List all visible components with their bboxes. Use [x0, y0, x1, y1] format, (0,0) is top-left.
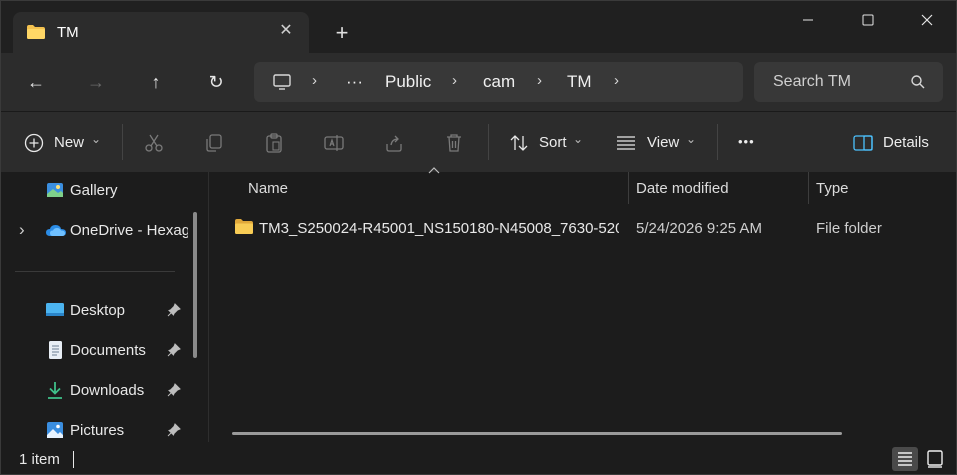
pin-icon — [167, 343, 181, 357]
view-icon — [615, 132, 637, 154]
back-arrow-icon: ← — [27, 72, 45, 92]
breadcrumb-chevron-icon[interactable]: › — [537, 72, 542, 89]
back-button[interactable]: ← — [21, 67, 51, 97]
tab-tm[interactable]: TM ✕ — [13, 12, 309, 53]
title-bar: TM ✕ + — [1, 1, 956, 53]
item-count: 1 item — [19, 451, 60, 468]
sidebar-scrollbar[interactable] — [193, 212, 197, 358]
sidebar-item-documents[interactable]: Documents — [1, 332, 191, 368]
search-box[interactable]: Search TM — [754, 62, 943, 102]
navigation-pane: Gallery › OneDrive - Hexagon Desktop Doc… — [1, 172, 208, 442]
folder-icon — [27, 25, 45, 39]
desktop-icon — [45, 300, 65, 320]
documents-icon — [45, 340, 65, 360]
divider — [122, 124, 123, 160]
new-button[interactable]: New — [54, 134, 84, 158]
minimize-button[interactable] — [779, 1, 837, 39]
add-icon — [23, 132, 45, 154]
sort-dropdown-chevron-icon[interactable]: ⌄ — [573, 132, 583, 156]
column-header-name[interactable]: Name — [248, 180, 288, 197]
maximize-button[interactable] — [839, 1, 897, 39]
copy-icon[interactable] — [203, 132, 225, 154]
refresh-button[interactable]: ↻ — [201, 67, 231, 97]
pin-icon — [167, 423, 181, 437]
expand-chevron-icon[interactable]: › — [19, 220, 25, 240]
column-header-type[interactable]: Type — [816, 180, 849, 197]
breadcrumb-chevron-icon[interactable]: › — [312, 72, 317, 89]
forward-button[interactable]: → — [81, 67, 111, 97]
command-bar: New ⌄ Sort ⌄ View ⌄ ••• Details — [1, 111, 956, 172]
gallery-icon — [45, 180, 65, 200]
address-row: ← → ↑ ↻ › ··· Public › cam › TM › Search… — [1, 53, 956, 111]
tiles-view-button[interactable] — [922, 447, 948, 471]
new-dropdown-chevron-icon[interactable]: ⌄ — [91, 132, 101, 156]
sidebar-divider — [15, 271, 175, 272]
search-input[interactable]: Search TM — [773, 73, 851, 91]
file-list: Name Date modified Type TM3_S250024-R450… — [209, 167, 956, 442]
up-arrow-icon: ↑ — [151, 72, 161, 92]
sort-ascending-indicator-icon — [428, 166, 440, 174]
sort-button[interactable]: Sort — [539, 134, 567, 158]
details-view-button[interactable] — [892, 447, 918, 471]
tiles-view-icon — [927, 450, 943, 468]
breadcrumb-cam[interactable]: cam — [483, 72, 515, 92]
address-bar[interactable]: › ··· Public › cam › TM › — [254, 62, 743, 102]
downloads-icon — [45, 380, 65, 400]
pin-icon — [167, 383, 181, 397]
details-pane-icon — [852, 132, 874, 154]
sidebar-item-desktop[interactable]: Desktop — [1, 292, 191, 328]
share-icon[interactable] — [383, 132, 405, 154]
search-icon — [910, 74, 926, 90]
file-name: TM3_S250024-R45001_NS150180-N45008_7630-… — [259, 220, 619, 237]
divider — [717, 124, 718, 160]
tab-close-icon[interactable]: ✕ — [275, 20, 297, 42]
more-options-icon[interactable]: ••• — [738, 134, 755, 158]
rename-icon[interactable] — [323, 132, 345, 154]
breadcrumb-public[interactable]: Public — [385, 72, 431, 92]
refresh-icon: ↻ — [208, 72, 224, 92]
file-explorer-window: TM ✕ + ← → ↑ ↻ › ··· Public › cam › TM ›… — [0, 0, 957, 475]
view-dropdown-chevron-icon[interactable]: ⌄ — [686, 132, 696, 156]
status-bar: 1 item — [1, 442, 956, 474]
folder-icon — [235, 219, 253, 234]
details-button[interactable]: Details — [883, 134, 929, 158]
sort-icon — [508, 132, 530, 154]
breadcrumb-overflow[interactable]: ··· — [346, 72, 363, 92]
details-view-icon — [898, 452, 912, 466]
up-button[interactable]: ↑ — [141, 67, 171, 97]
status-separator — [73, 451, 74, 468]
sidebar-item-onedrive[interactable]: › OneDrive - Hexagon — [1, 212, 191, 248]
breadcrumb-tm[interactable]: TM — [567, 72, 592, 92]
sidebar-item-pictures[interactable]: Pictures — [1, 412, 191, 442]
column-divider[interactable] — [628, 172, 629, 204]
horizontal-scrollbar[interactable] — [232, 432, 842, 435]
forward-arrow-icon: → — [87, 72, 105, 92]
sidebar-item-downloads[interactable]: Downloads — [1, 372, 191, 408]
pictures-icon — [45, 420, 65, 440]
divider — [488, 124, 489, 160]
paste-icon[interactable] — [263, 132, 285, 154]
delete-icon[interactable] — [443, 132, 465, 154]
computer-icon — [272, 72, 292, 92]
column-divider[interactable] — [808, 172, 809, 204]
view-button[interactable]: View — [647, 134, 679, 158]
onedrive-cloud-icon — [45, 220, 66, 240]
new-tab-button[interactable]: + — [329, 20, 355, 46]
tab-title: TM — [57, 24, 79, 41]
cut-icon[interactable] — [143, 132, 165, 154]
sidebar-item-gallery[interactable]: Gallery — [1, 172, 191, 208]
sidebar-item-label: OneDrive - Hexagon — [70, 222, 188, 239]
pin-icon — [167, 303, 181, 317]
close-window-button[interactable] — [898, 1, 956, 39]
sidebar-item-label: Gallery — [70, 182, 118, 199]
breadcrumb-chevron-icon[interactable]: › — [452, 72, 457, 89]
file-date-modified: 5/24/2026 9:25 AM — [636, 220, 762, 237]
column-header-date-modified[interactable]: Date modified — [636, 180, 729, 197]
breadcrumb-chevron-icon[interactable]: › — [614, 72, 619, 89]
file-type: File folder — [816, 220, 882, 237]
